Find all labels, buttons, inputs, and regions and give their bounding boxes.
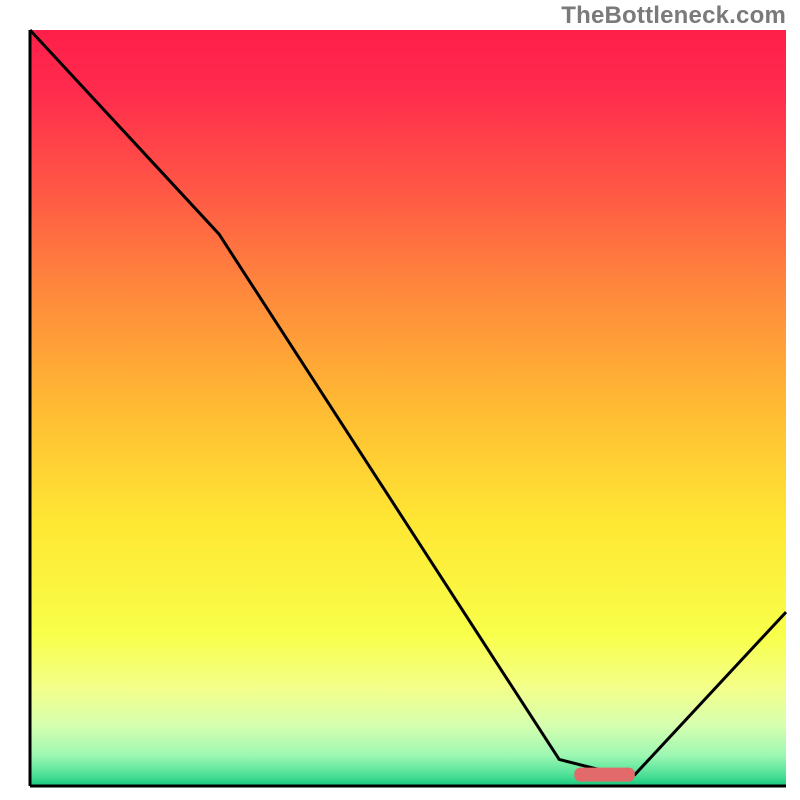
optimum-marker (574, 768, 634, 782)
bottleneck-chart (0, 0, 800, 800)
chart-container: TheBottleneck.com (0, 0, 800, 800)
plot-background (30, 30, 786, 786)
